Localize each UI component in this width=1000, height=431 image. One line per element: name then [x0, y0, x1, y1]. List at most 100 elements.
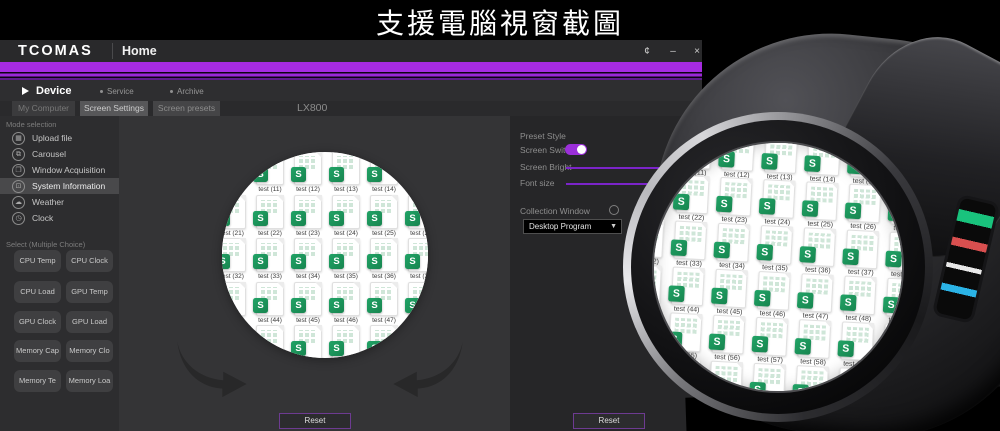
cooling-tube — [766, 289, 1000, 381]
file-label: test (15) — [410, 186, 428, 193]
preview-reset-button[interactable]: Reset — [279, 413, 351, 429]
nav-service[interactable]: Service — [107, 87, 134, 96]
file-label: test (48) — [845, 315, 871, 323]
file-label: test (49) — [888, 317, 902, 325]
select-header: Select (Multiple Choice) — [6, 240, 85, 249]
metric-cpu-clock[interactable]: CPU Clock — [66, 250, 113, 272]
document-icon: S — [408, 152, 428, 185]
carousel-icon: ⧉ — [12, 148, 25, 161]
document-icon: S — [294, 195, 322, 229]
file-label: test (14) — [810, 175, 836, 183]
file-icon-cell: Stest (70) — [832, 367, 876, 391]
toggle-knob — [577, 145, 586, 154]
spreadsheet-pattern — [727, 143, 750, 153]
sidebar-item-system-information[interactable]: ⊡ System Information — [0, 178, 119, 194]
sidebar-item-clock[interactable]: ◷ Clock — [0, 210, 119, 226]
metric-cpu-temp[interactable]: CPU Temp — [14, 250, 61, 272]
file-icon-cell: Stest (32) — [222, 238, 251, 280]
system-information-icon: ⊡ — [12, 180, 25, 193]
refresh-icon[interactable] — [609, 205, 619, 215]
page-fold — [872, 231, 879, 238]
sidebar: Mode selection ▦ Upload file ⧉ Carousel … — [0, 116, 119, 431]
green-s-badge: S — [888, 205, 902, 222]
green-s-badge: S — [797, 292, 814, 309]
sidebar-item-window-acquisition[interactable]: ❐ Window Acquisition — [0, 162, 119, 178]
file-label: test (25) — [372, 230, 396, 237]
green-s-badge: S — [222, 167, 230, 182]
rotate-arrow-right — [388, 340, 468, 398]
file-icon-cell: Stest (71) — [875, 369, 902, 391]
nav-archive[interactable]: Archive — [177, 87, 204, 96]
titlebar: TCOMAS Home ¢ – × — [0, 40, 702, 62]
spreadsheet-pattern — [846, 326, 869, 342]
panel-reset-button[interactable]: Reset — [573, 413, 645, 429]
spreadsheet-pattern — [853, 189, 876, 205]
window-settings-icon[interactable]: ¢ — [639, 45, 655, 58]
collection-window-dropdown[interactable]: Desktop Program ▼ — [523, 219, 622, 234]
spreadsheet-pattern — [760, 322, 783, 338]
document-icon: S — [332, 282, 360, 316]
file-icon-cell: Stest (14) — [802, 143, 846, 184]
metric-cpu-load[interactable]: CPU Load — [14, 281, 61, 303]
sidebar-item-carousel[interactable]: ⧉ Carousel — [0, 146, 119, 162]
close-icon[interactable]: × — [689, 45, 705, 58]
file-icon-cell: Stest (24) — [327, 195, 365, 237]
green-s-badge: S — [713, 242, 730, 259]
document-icon: S — [408, 238, 428, 272]
file-label: test (22) — [258, 230, 282, 237]
minimize-icon[interactable]: – — [665, 45, 681, 58]
green-s-badge: S — [883, 296, 900, 313]
font-size-slider[interactable] — [566, 183, 712, 185]
page-fold — [826, 274, 833, 281]
document-icon: S — [807, 143, 841, 176]
tab-screen-settings[interactable]: Screen Settings — [80, 101, 148, 116]
sidebar-item-upload-file[interactable]: ▦ Upload file — [0, 130, 119, 146]
file-label: test (34) — [719, 262, 745, 270]
metric-memory-load[interactable]: Memory Loa — [66, 370, 113, 392]
document-icon: S — [752, 362, 786, 391]
document-icon: S — [716, 223, 750, 263]
file-label: test (45) — [717, 308, 743, 316]
page-fold — [740, 270, 747, 277]
metric-memory-cap[interactable]: Memory Cap — [14, 340, 61, 362]
spreadsheet-pattern — [758, 368, 781, 384]
spreadsheet-pattern — [849, 281, 872, 297]
green-s-badge: S — [761, 153, 778, 170]
document-icon: S — [222, 195, 246, 229]
file-icon-cell: Stest (44) — [251, 282, 289, 324]
green-s-badge: S — [842, 248, 859, 265]
green-s-badge: S — [835, 386, 852, 391]
green-s-badge: S — [291, 254, 306, 269]
file-icon-cell: Stest (67) — [704, 360, 748, 391]
green-s-badge: S — [890, 159, 902, 176]
file-icon-cell: Stest (12) — [716, 143, 760, 179]
document-icon: S — [795, 365, 829, 391]
clock-icon: ◷ — [12, 212, 25, 225]
green-s-badge: S — [291, 211, 306, 226]
document-icon: S — [845, 230, 879, 270]
pump-clamp — [807, 12, 1000, 282]
metric-gpu-load[interactable]: GPU Load — [66, 311, 113, 333]
document-icon: S — [762, 179, 796, 219]
file-label: test (10) — [222, 186, 244, 193]
sidebar-item-weather[interactable]: ☁ Weather — [0, 194, 119, 210]
screen-bright-slider[interactable] — [566, 167, 712, 169]
metric-memory-clock[interactable]: Memory Clo — [66, 340, 113, 362]
green-s-badge: S — [367, 341, 382, 356]
metric-memory-temp[interactable]: Memory Te — [14, 370, 61, 392]
document-icon: S — [294, 282, 322, 316]
tab-screen-presets[interactable]: Screen presets — [153, 101, 220, 116]
file-icon-cell: Stest (37) — [840, 229, 884, 277]
file-icon-cell: Stest (35) — [754, 225, 798, 273]
green-s-badge: S — [405, 167, 420, 182]
page-fold — [783, 272, 790, 279]
screen-switch-toggle[interactable] — [565, 144, 587, 155]
tab-my-computer[interactable]: My Computer — [12, 101, 75, 116]
metric-gpu-temp[interactable]: GPU Temp — [66, 281, 113, 303]
green-s-badge: S — [222, 298, 230, 313]
spreadsheet-pattern — [768, 185, 791, 201]
green-s-badge: S — [802, 200, 819, 217]
metric-gpu-clock[interactable]: GPU Clock — [14, 311, 61, 333]
nav-device[interactable]: Device — [36, 85, 71, 97]
file-icon-cell: Stest (23) — [713, 177, 757, 225]
